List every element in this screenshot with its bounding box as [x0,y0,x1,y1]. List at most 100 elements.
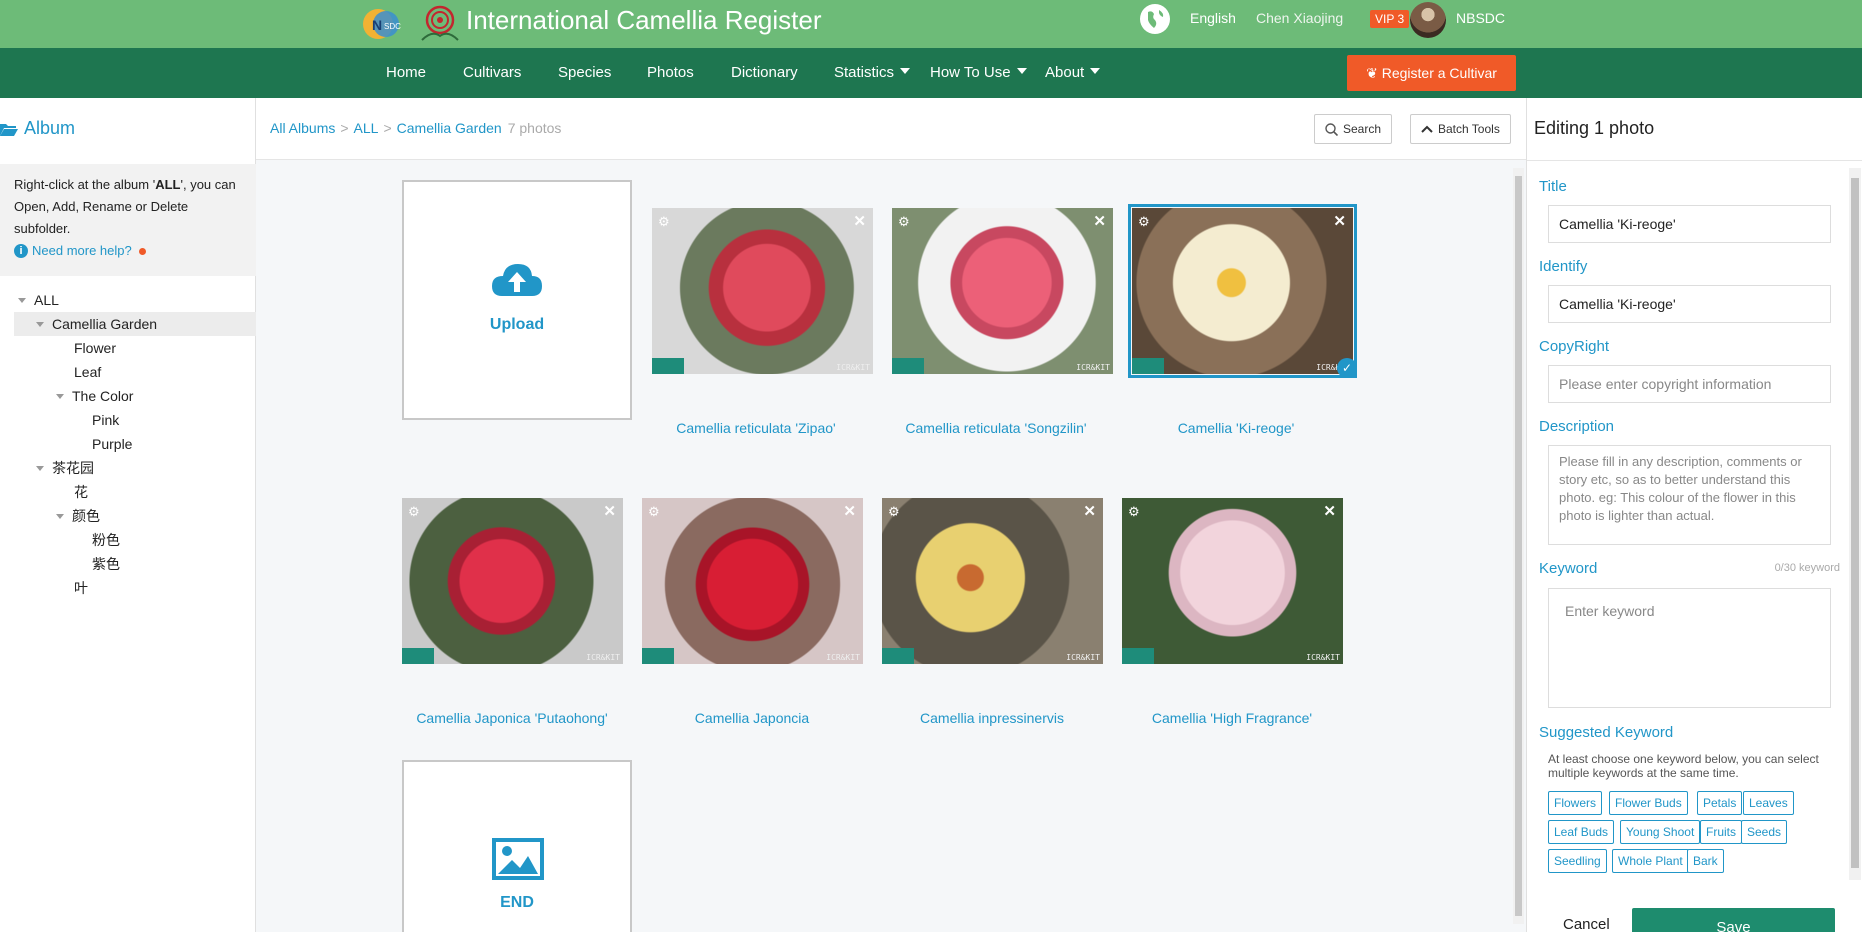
keyword-tag[interactable]: Fruits [1700,820,1742,844]
tree-item-leaf[interactable]: Leaf [14,360,256,384]
photo-caption[interactable]: Camellia reticulata 'Songzilin' [876,420,1116,436]
keyword-tag[interactable]: Leaves [1743,791,1794,815]
photo-thumbnail[interactable]: ⚙ ✕ ICR&KIT [402,498,623,664]
nav-photos[interactable]: Photos [647,64,694,81]
site-title[interactable]: International Camellia Register [466,5,822,36]
nav-species[interactable]: Species [558,64,611,81]
title-input[interactable]: Camellia 'Ki-reoge' [1548,205,1831,243]
cancel-button[interactable]: Cancel [1563,916,1610,932]
checkmark-icon[interactable]: ✓ [1337,358,1357,378]
chevron-down-icon [900,68,911,74]
keyword-tag[interactable]: Petals [1697,791,1743,815]
keyword-tag[interactable]: Flowers [1548,791,1603,815]
eye-icon[interactable] [652,358,684,374]
globe-icon[interactable] [1140,4,1170,34]
breadcrumb-all[interactable]: ALL [354,120,379,136]
save-button[interactable]: Save [1632,908,1835,932]
keyword-tag[interactable]: Seedling [1548,849,1607,873]
album-help-text: Right-click at the album 'ALL', you can … [14,177,236,236]
gallery-scrollbar[interactable] [1513,168,1524,924]
tree-item-purple[interactable]: Purple [14,432,256,456]
tree-item-camellia-garden[interactable]: Camellia Garden [14,312,256,336]
keyword-tag[interactable]: Leaf Buds [1548,820,1615,844]
language-selector[interactable]: English [1190,10,1236,26]
description-textarea[interactable]: Please fill in any description, comments… [1548,445,1831,545]
photo-thumbnail[interactable]: ⚙ ✕ ICR&KIT [892,208,1113,374]
batch-tools-button[interactable]: Batch Tools [1410,114,1511,144]
leaf-icon: ❦ [1366,65,1382,81]
tree-item-purple-cn[interactable]: 紫色 [14,552,256,576]
breadcrumb-all-albums[interactable]: All Albums [270,120,335,136]
user-avatar[interactable] [1410,2,1446,38]
user-name[interactable]: Chen Xiaojing [1256,10,1343,26]
photo-thumbnail[interactable]: ⚙ ✕ ICR&KIT [652,208,873,374]
identify-input[interactable]: Camellia 'Ki-reoge' [1548,285,1831,323]
register-cultivar-button[interactable]: ❦ Register a Cultivar [1347,55,1516,91]
gear-icon[interactable]: ⚙ [648,504,660,520]
photo-caption[interactable]: Camellia 'High Fragrance' [1112,710,1352,726]
keyword-tag[interactable]: Flower Buds [1609,791,1688,815]
tree-item-pink[interactable]: Pink [14,408,256,432]
close-icon[interactable]: ✕ [853,212,866,230]
gear-icon[interactable]: ⚙ [408,504,420,520]
tree-item-color-cn[interactable]: 颜色 [14,504,256,528]
tree-item-flower[interactable]: Flower [14,336,256,360]
eye-icon[interactable] [1132,358,1164,374]
close-icon[interactable]: ✕ [1093,212,1106,230]
copyright-input[interactable]: Please enter copyright information [1548,365,1831,403]
close-icon[interactable]: ✕ [603,502,616,520]
search-button[interactable]: Search [1314,114,1393,144]
photo-watermark: ICR&KIT [586,653,620,662]
scrollbar-thumb[interactable] [1851,178,1859,868]
keyword-tag[interactable]: Young Shoot [1620,820,1701,844]
close-icon[interactable]: ✕ [1333,212,1346,230]
close-icon[interactable]: ✕ [1083,502,1096,520]
editor-scrollbar[interactable] [1849,168,1861,880]
tree-item-camellia-garden-cn[interactable]: 茶花园 [14,456,256,480]
scrollbar-thumb[interactable] [1515,176,1522,916]
tree-item-flower-cn[interactable]: 花 [14,480,256,504]
nav-how-to-use[interactable]: How To Use [930,64,1027,81]
eye-icon[interactable] [402,648,434,664]
keyword-label: Keyword [1539,560,1598,577]
tree-item-pink-cn[interactable]: 粉色 [14,528,256,552]
gear-icon[interactable]: ⚙ [898,214,910,230]
gear-icon[interactable]: ⚙ [1128,504,1140,520]
eye-icon[interactable] [1122,648,1154,664]
org-name[interactable]: NBSDC [1456,10,1505,26]
gear-icon[interactable]: ⚙ [1138,214,1150,230]
upload-tile[interactable]: Upload [402,180,632,420]
eye-icon[interactable] [882,648,914,664]
keyword-tag[interactable]: Whole Plant [1612,849,1689,873]
tree-item-all[interactable]: ALL [14,288,256,312]
close-icon[interactable]: ✕ [1323,502,1336,520]
tree-item-leaf-cn[interactable]: 叶 [14,576,256,600]
keyword-input[interactable]: Enter keyword [1548,588,1831,708]
camellia-logo[interactable] [416,2,464,44]
nav-dictionary[interactable]: Dictionary [731,64,798,81]
photo-caption[interactable]: Camellia 'Ki-reoge' [1116,420,1356,436]
nav-about[interactable]: About [1045,64,1101,81]
close-icon[interactable]: ✕ [843,502,856,520]
breadcrumb-camellia-garden[interactable]: Camellia Garden [397,120,502,136]
eye-icon[interactable] [642,648,674,664]
photo-caption[interactable]: Camellia Japoncia [632,710,872,726]
photo-thumbnail[interactable]: ⚙ ✕ ICR&KIT [642,498,863,664]
need-help-link[interactable]: i Need more help? [14,240,242,262]
keyword-tag[interactable]: Seeds [1741,820,1788,844]
eye-icon[interactable] [892,358,924,374]
nav-cultivars[interactable]: Cultivars [463,64,521,81]
gear-icon[interactable]: ⚙ [888,504,900,520]
nsdc-logo[interactable]: N SDC [362,8,410,40]
photo-thumbnail-selected[interactable]: ⚙ ✕ ICR&KIT [1128,204,1357,378]
keyword-tag[interactable]: Bark [1687,849,1724,873]
photo-caption[interactable]: Camellia Japonica 'Putaohong' [392,710,632,726]
photo-caption[interactable]: Camellia inpressinervis [872,710,1112,726]
photo-thumbnail[interactable]: ⚙ ✕ ICR&KIT [1122,498,1343,664]
photo-thumbnail[interactable]: ⚙ ✕ ICR&KIT [882,498,1103,664]
tree-item-the-color[interactable]: The Color [14,384,256,408]
gear-icon[interactable]: ⚙ [658,214,670,230]
nav-statistics[interactable]: Statistics [834,64,911,81]
photo-caption[interactable]: Camellia reticulata 'Zipao' [636,420,876,436]
nav-home[interactable]: Home [386,64,426,81]
